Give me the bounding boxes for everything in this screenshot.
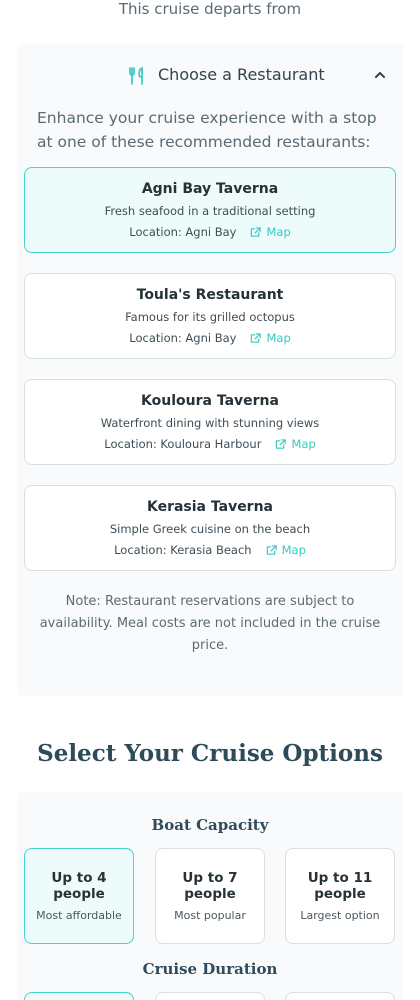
chevron-up-icon[interactable]: [373, 68, 387, 82]
restaurant-intro: Enhance your cruise experience with a st…: [37, 109, 377, 151]
cruise-options-panel: Boat Capacity Up to 4 people Most afford…: [17, 792, 403, 1000]
restaurant-card[interactable]: Kouloura Taverna Waterfront dining with …: [24, 379, 396, 465]
cruise-duration-title: Cruise Duration: [142, 960, 278, 978]
restaurant-location: Location: Agni Bay: [129, 225, 237, 239]
capacity-option[interactable]: Up to 7 people Most popular: [155, 848, 265, 944]
duration-option[interactable]: [285, 992, 395, 1000]
map-link-label: Map: [281, 543, 306, 557]
map-link[interactable]: Map: [250, 331, 291, 346]
capacity-option-sub: Largest option: [300, 908, 380, 922]
duration-option[interactable]: [24, 992, 134, 1000]
capacity-option-label: Up to 7 people: [182, 869, 238, 902]
restaurant-card[interactable]: Kerasia Taverna Simple Greek cuisine on …: [24, 485, 396, 571]
restaurant-name: Kouloura Taverna: [141, 393, 279, 409]
map-link[interactable]: Map: [266, 543, 306, 558]
restaurant-name: Kerasia Taverna: [146, 499, 274, 515]
restaurant-location: Location: Kerasia Beach: [114, 543, 252, 557]
external-link-icon: [251, 333, 262, 343]
map-link[interactable]: Map: [275, 437, 316, 452]
restaurant-description: Famous for its grilled octopus: [125, 310, 295, 324]
external-link-icon: [276, 439, 287, 449]
capacity-option-sub: Most popular: [174, 908, 246, 922]
utensils-icon: [129, 66, 143, 85]
restaurant-name: Agni Bay Taverna: [141, 181, 279, 197]
restaurant-location: Location: Kouloura Harbour: [104, 437, 262, 451]
restaurant-accordion-header[interactable]: Choose a Restaurant: [17, 64, 403, 88]
departure-text: This cruise departs from: [118, 0, 302, 18]
capacity-option[interactable]: Up to 4 people Most affordable: [24, 848, 134, 944]
boat-capacity-title: Boat Capacity: [151, 816, 269, 834]
external-link-icon: [251, 227, 262, 237]
restaurant-card[interactable]: Toula's Restaurant Famous for its grille…: [24, 273, 396, 359]
map-link-label: Map: [291, 437, 316, 451]
external-link-icon: [266, 545, 277, 555]
map-link-label: Map: [266, 331, 291, 345]
restaurant-accordion-title: Choose a Restaurant: [158, 65, 325, 84]
restaurant-description: Fresh seafood in a traditional setting: [104, 204, 316, 218]
capacity-option-label: Up to 4 people: [51, 869, 107, 902]
restaurant-panel: Choose a Restaurant Enhance your cruise …: [17, 44, 403, 696]
restaurant-card[interactable]: Agni Bay Taverna Fresh seafood in a trad…: [24, 167, 396, 253]
restaurant-note: Note: Restaurant reservations are subjec…: [39, 594, 381, 653]
restaurant-name: Toula's Restaurant: [136, 287, 284, 303]
cruise-options-title: Select Your Cruise Options: [37, 740, 383, 767]
duration-option[interactable]: [155, 992, 265, 1000]
restaurant-description: Waterfront dining with stunning views: [100, 416, 320, 430]
capacity-option[interactable]: Up to 11 people Largest option: [285, 848, 395, 944]
restaurant-description: Simple Greek cuisine on the beach: [109, 522, 311, 536]
map-link[interactable]: Map: [250, 225, 291, 240]
restaurant-location: Location: Agni Bay: [129, 331, 237, 345]
capacity-option-label: Up to 11 people: [307, 869, 373, 902]
map-link-label: Map: [266, 225, 291, 239]
capacity-option-sub: Most affordable: [36, 908, 122, 922]
